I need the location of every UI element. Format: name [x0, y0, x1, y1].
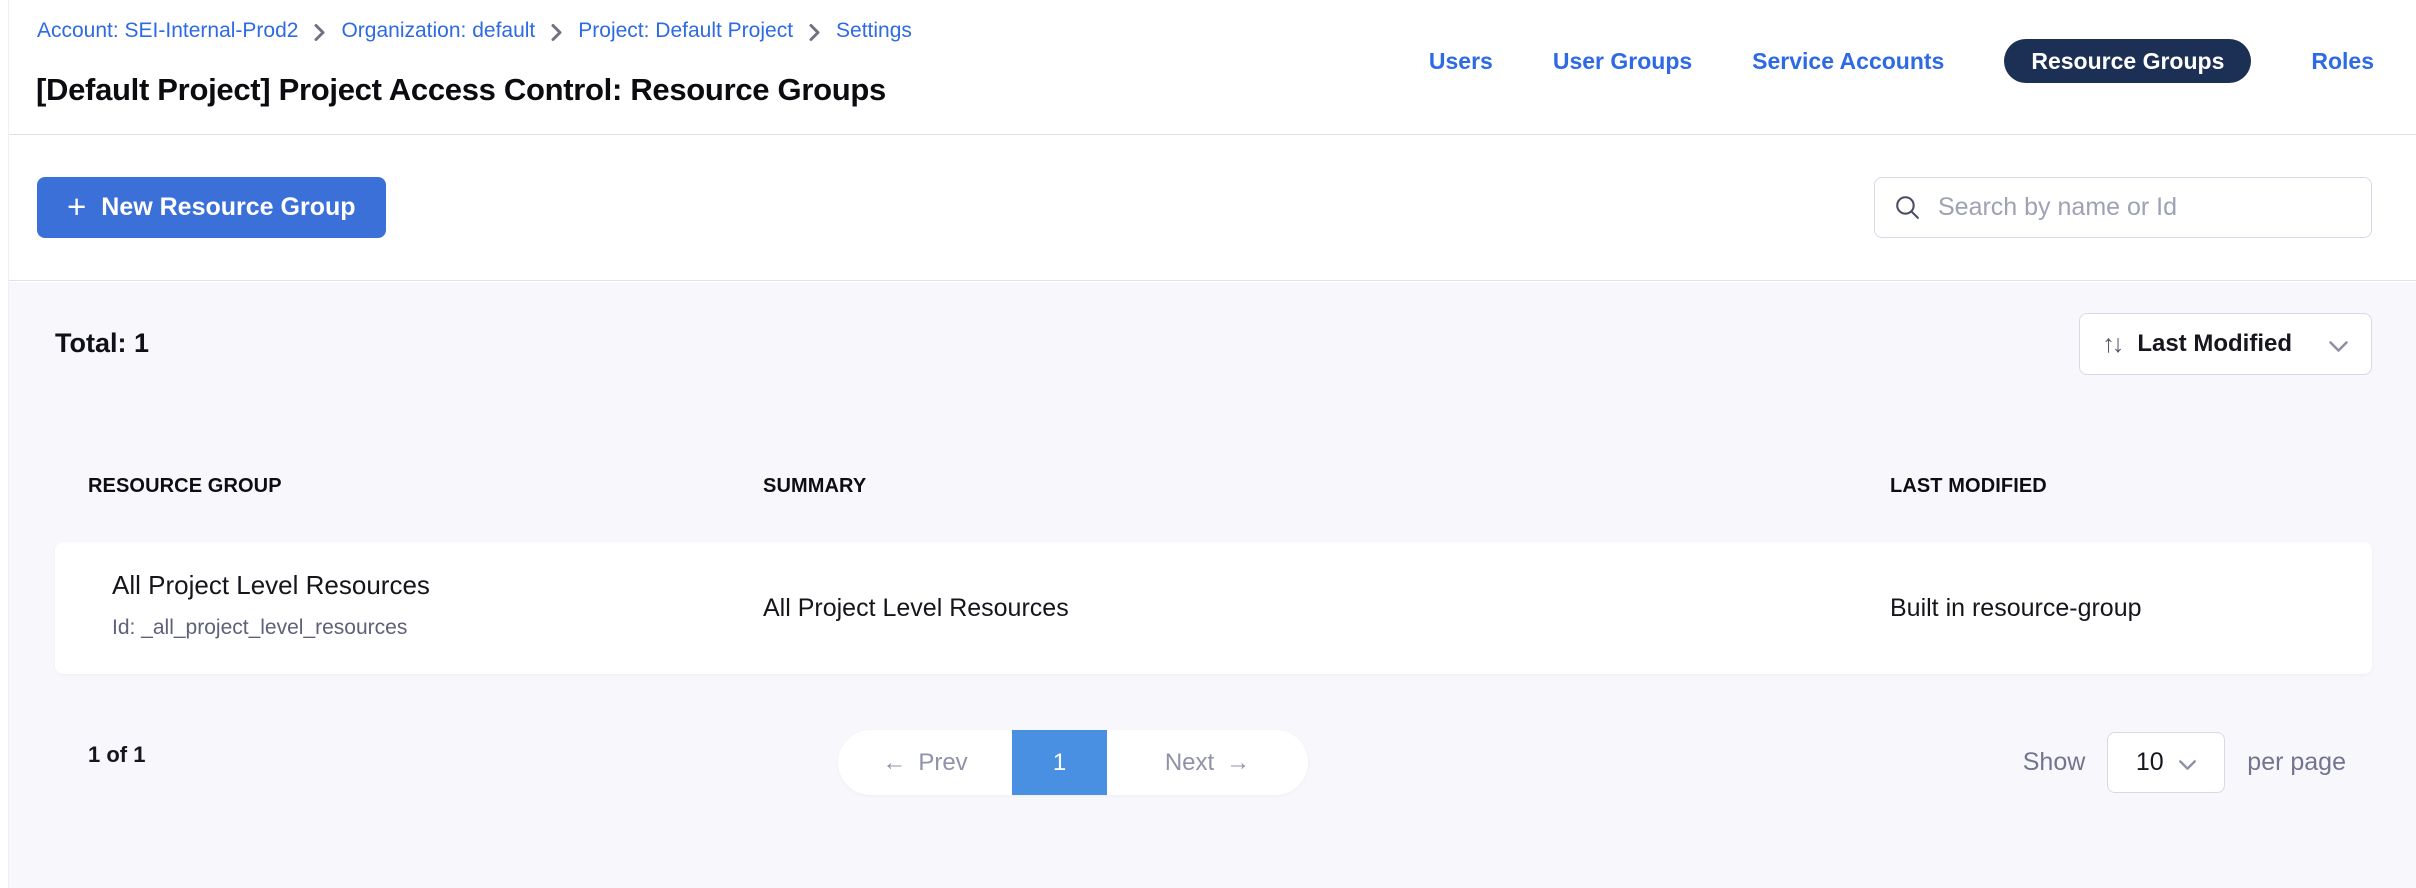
plus-icon: + [67, 190, 86, 226]
sort-dropdown[interactable]: ↑↓ Last Modified [2079, 313, 2372, 375]
toolbar: + New Resource Group [0, 135, 2416, 281]
chevron-right-icon [808, 21, 821, 42]
search-box [1874, 177, 2372, 238]
page-header: Account: SEI-Internal-Prod2 Organization… [0, 0, 2416, 135]
sort-arrows-icon: ↑↓ [2102, 330, 2121, 359]
table-header: RESOURCE GROUP SUMMARY LAST MODIFIED [0, 475, 2416, 501]
tab-user-groups[interactable]: User Groups [1553, 48, 1692, 75]
resource-groups-list: Total: 1 ↑↓ Last Modified RESOURCE GROUP… [0, 282, 2416, 888]
arrow-left-icon: ← [882, 749, 906, 777]
new-resource-group-button[interactable]: + New Resource Group [37, 177, 386, 238]
column-last-modified: LAST MODIFIED [1890, 475, 2047, 498]
page-1-button[interactable]: 1 [1012, 730, 1107, 795]
chevron-right-icon [313, 21, 326, 42]
chevron-down-icon [2178, 755, 2197, 771]
sort-dropdown-value: Last Modified [2137, 330, 2292, 358]
page-size-dropdown[interactable]: 10 [2107, 732, 2225, 793]
per-page-label: per page [2247, 748, 2346, 777]
page-info: 1 of 1 [88, 742, 145, 768]
page-title: [Default Project] Project Access Control… [36, 72, 886, 108]
tab-roles[interactable]: Roles [2311, 48, 2374, 75]
new-resource-group-label: New Resource Group [101, 193, 355, 222]
next-button[interactable]: Next → [1107, 730, 1308, 795]
tab-users[interactable]: Users [1429, 48, 1493, 75]
search-icon [1893, 193, 1922, 222]
resource-group-id: Id: _all_project_level_resources [112, 616, 407, 640]
resource-group-summary: All Project Level Resources [763, 594, 1069, 623]
breadcrumb-account-link[interactable]: Account: SEI-Internal-Prod2 [37, 19, 298, 43]
column-summary: SUMMARY [763, 475, 866, 498]
resource-group-last-modified: Built in resource-group [1890, 594, 2142, 623]
total-count: Total: 1 [55, 328, 149, 359]
table-row[interactable]: All Project Level Resources Id: _all_pro… [55, 542, 2372, 674]
show-label: Show [2023, 748, 2086, 777]
breadcrumb: Account: SEI-Internal-Prod2 Organization… [37, 19, 912, 43]
breadcrumb-settings-link[interactable]: Settings [836, 19, 912, 43]
breadcrumb-project-link[interactable]: Project: Default Project [578, 19, 793, 43]
page-size-value: 10 [2136, 748, 2164, 777]
chevron-down-icon [2328, 336, 2349, 353]
search-input[interactable] [1938, 193, 2353, 222]
chevron-right-icon [550, 21, 563, 42]
tab-service-accounts[interactable]: Service Accounts [1752, 48, 1944, 75]
page-size-control: Show 10 per page [2023, 730, 2346, 795]
column-resource-group: RESOURCE GROUP [88, 475, 282, 498]
tab-resource-groups[interactable]: Resource Groups [2004, 39, 2251, 83]
next-label: Next [1165, 749, 1214, 777]
pager: ← Prev 1 Next → [838, 730, 1308, 795]
arrow-right-icon: → [1226, 749, 1250, 777]
access-control-tabs: Users User Groups Service Accounts Resou… [1429, 39, 2374, 83]
resource-group-name: All Project Level Resources [112, 570, 430, 601]
prev-button[interactable]: ← Prev [838, 730, 1012, 795]
collapsed-sidebar-edge [0, 0, 9, 888]
breadcrumb-organization-link[interactable]: Organization: default [341, 19, 535, 43]
prev-label: Prev [918, 749, 967, 777]
